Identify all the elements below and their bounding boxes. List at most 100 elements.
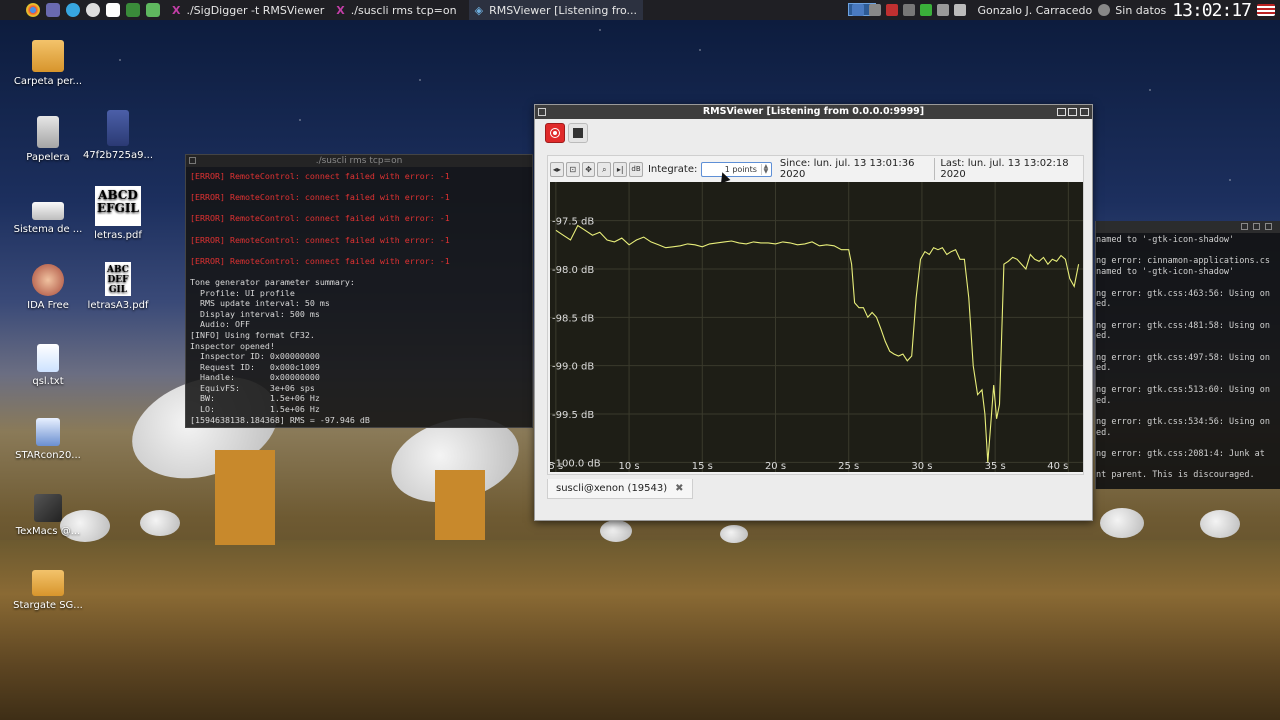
follow-button[interactable]: ▸|	[613, 161, 628, 177]
desktop-icon-papelera[interactable]: Papelera	[8, 116, 88, 163]
desktop-icon-letrasA3[interactable]: ABC DEF GIL letrasA3.pdf	[78, 262, 158, 311]
app-launcher-icon[interactable]	[46, 3, 60, 17]
signal-icon[interactable]	[903, 4, 916, 16]
desktop-icon-stargate[interactable]: Stargate SG...	[8, 570, 88, 611]
task-label: RMSViewer [Listening fro...	[489, 3, 638, 17]
output-line: Profile: UI profile	[190, 287, 295, 298]
output-line: named to '-gtk-icon-shadow'	[1096, 235, 1235, 245]
zoom-button[interactable]: ⌕	[597, 161, 612, 177]
folder-icon	[32, 570, 64, 596]
db-button[interactable]: dB	[629, 161, 643, 177]
output-line: ed.	[1096, 395, 1112, 406]
video-icon[interactable]	[886, 4, 899, 16]
rmsviewer-window[interactable]: RMSViewer [Listening from 0.0.0.0:9999] …	[534, 104, 1093, 521]
error-line: [ERROR] RemoteControl: connect failed wi…	[190, 234, 450, 245]
close-tab-icon[interactable]: ✖	[675, 483, 683, 494]
terminal-titlebar[interactable]	[1096, 221, 1280, 233]
rms-panel: ◂▸ ⊡ ✥ ⌕ ▸| dB Integrate: 1 points ▲ ▼ Si…	[547, 155, 1084, 475]
x-tick-label: 35 s	[985, 461, 1006, 472]
task-rmsviewer[interactable]: ◈ RMSViewer [Listening fro...	[468, 0, 644, 20]
radio-dish-image	[1200, 510, 1240, 538]
clock[interactable]: 13:02:17	[1172, 0, 1252, 21]
book-icon	[107, 110, 129, 146]
radio-dish-image	[600, 520, 632, 542]
output-line: ed.	[1096, 331, 1112, 342]
y-tick-label: -97.5 dB	[552, 217, 594, 228]
us-flag-icon[interactable]	[1257, 4, 1275, 16]
launcher-icon[interactable]	[86, 3, 100, 17]
app-icon: ◈	[474, 3, 484, 17]
zoom-box-button[interactable]: ⊡	[565, 161, 580, 177]
tab-label: suscli@xenon (19543)	[556, 483, 668, 494]
icon-label: TexMacs @...	[15, 526, 81, 537]
monitor-launcher-icon[interactable]	[126, 3, 140, 17]
telegram-launcher-icon[interactable]	[66, 3, 80, 17]
desktop-icon-carpeta[interactable]: Carpeta per...	[8, 40, 88, 87]
user-name[interactable]: Gonzalo J. Carracedo	[977, 4, 1092, 17]
output-line: ed.	[1096, 427, 1112, 438]
desktop-icon-letras[interactable]: ABCD EFGIL letras.pdf	[78, 186, 158, 241]
pdf-icon: ABC DEF GIL	[105, 262, 131, 296]
terminal-icon: X	[172, 3, 181, 17]
terminal-window-2[interactable]: named to '-gtk-icon-shadow' ng error: ci…	[1095, 221, 1280, 489]
source-tab[interactable]: suscli@xenon (19543) ✖	[547, 479, 693, 499]
chat-launcher-icon[interactable]	[146, 3, 160, 17]
icon-label: Sistema de ...	[13, 224, 83, 235]
network-icon[interactable]	[869, 4, 882, 16]
x-tick-label: 5 s	[550, 461, 563, 472]
icon-label: 47f2b725a9...	[82, 150, 154, 161]
record-button[interactable]	[545, 123, 565, 143]
output-line: ed.	[1096, 299, 1112, 310]
y-tick-label: -98.0 dB	[552, 265, 594, 276]
fit-horizontal-button[interactable]: ◂▸	[550, 161, 564, 177]
window-menu-icon[interactable]	[538, 108, 546, 116]
pan-button[interactable]: ✥	[581, 161, 596, 177]
x-tick-label: 25 s	[838, 461, 859, 472]
error-line: [ERROR] RemoteControl: connect failed wi…	[190, 192, 450, 203]
volume-icon[interactable]	[954, 4, 967, 16]
update-icon[interactable]	[920, 4, 933, 16]
settings-button[interactable]	[568, 123, 588, 143]
chrome-launcher-icon[interactable]	[26, 3, 40, 17]
network-status[interactable]: Sin datos	[1115, 4, 1166, 17]
task-label: ./suscli rms tcp=on	[350, 3, 457, 17]
maximize-icon[interactable]	[1068, 108, 1077, 116]
screen-icon[interactable]	[937, 4, 950, 16]
x-tick-label: 30 s	[911, 461, 932, 472]
task-suscli[interactable]: X ./suscli rms tcp=on	[336, 0, 456, 20]
close-icon[interactable]	[1080, 108, 1089, 116]
folder-icon	[32, 40, 64, 72]
rms-plot[interactable]: -97.5 dB -98.0 dB -98.5 dB -99.0 dB -99.5 dB…	[550, 182, 1083, 472]
terminal-launcher-icon[interactable]	[106, 3, 120, 17]
trash-icon	[37, 116, 59, 148]
desert-ground	[0, 540, 1280, 720]
desktop-icon-starcon[interactable]: STARcon20...	[8, 418, 88, 461]
minimize-icon[interactable]	[1057, 108, 1066, 116]
integrate-spinbox[interactable]: 1 points ▲ ▼	[701, 161, 772, 177]
desktop-icon-ida[interactable]: IDA Free	[8, 264, 88, 311]
output-line: Request ID: 0x000c1009	[190, 361, 320, 372]
task-sigdigger[interactable]: X ./SigDigger -t RMSViewer	[172, 0, 324, 20]
terminal-titlebar[interactable]: ./suscli rms tcp=on	[186, 155, 532, 167]
output-line: ng error: gtk.css:534:56: Using on	[1096, 416, 1270, 427]
star-icon	[36, 418, 60, 446]
y-tick-label: -99.0 dB	[552, 362, 594, 373]
minimize-icon[interactable]	[1241, 223, 1248, 230]
rms-chart[interactable]: -97.5 dB -98.0 dB -98.5 dB -99.0 dB -99.5 dB…	[550, 182, 1083, 472]
window-menu-icon[interactable]	[189, 157, 196, 164]
desktop-icon-texmacs[interactable]: TexMacs @...	[8, 494, 88, 537]
desktop-icon-sistema[interactable]: Sistema de ...	[8, 192, 88, 235]
desktop-icon-book[interactable]: 47f2b725a9...	[78, 110, 158, 161]
terminal-output[interactable]: named to '-gtk-icon-shadow' ng error: ci…	[1096, 233, 1280, 481]
terminal-window[interactable]: ./suscli rms tcp=on [ERROR] RemoteContro…	[185, 154, 533, 428]
rmsviewer-titlebar[interactable]: RMSViewer [Listening from 0.0.0.0:9999]	[535, 105, 1092, 119]
main-toolbar	[535, 119, 1092, 147]
maximize-icon[interactable]	[1253, 223, 1260, 230]
output-line: ng error: gtk.css:513:60: Using on	[1096, 384, 1270, 395]
close-icon[interactable]	[1265, 223, 1272, 230]
bluetooth-icon[interactable]	[852, 4, 865, 16]
desktop-icon-qsl[interactable]: qsl.txt	[8, 344, 88, 387]
spin-arrows-icon[interactable]: ▲ ▼	[760, 163, 770, 175]
terminal-output[interactable]: [ERROR] RemoteControl: connect failed wi…	[186, 167, 532, 429]
